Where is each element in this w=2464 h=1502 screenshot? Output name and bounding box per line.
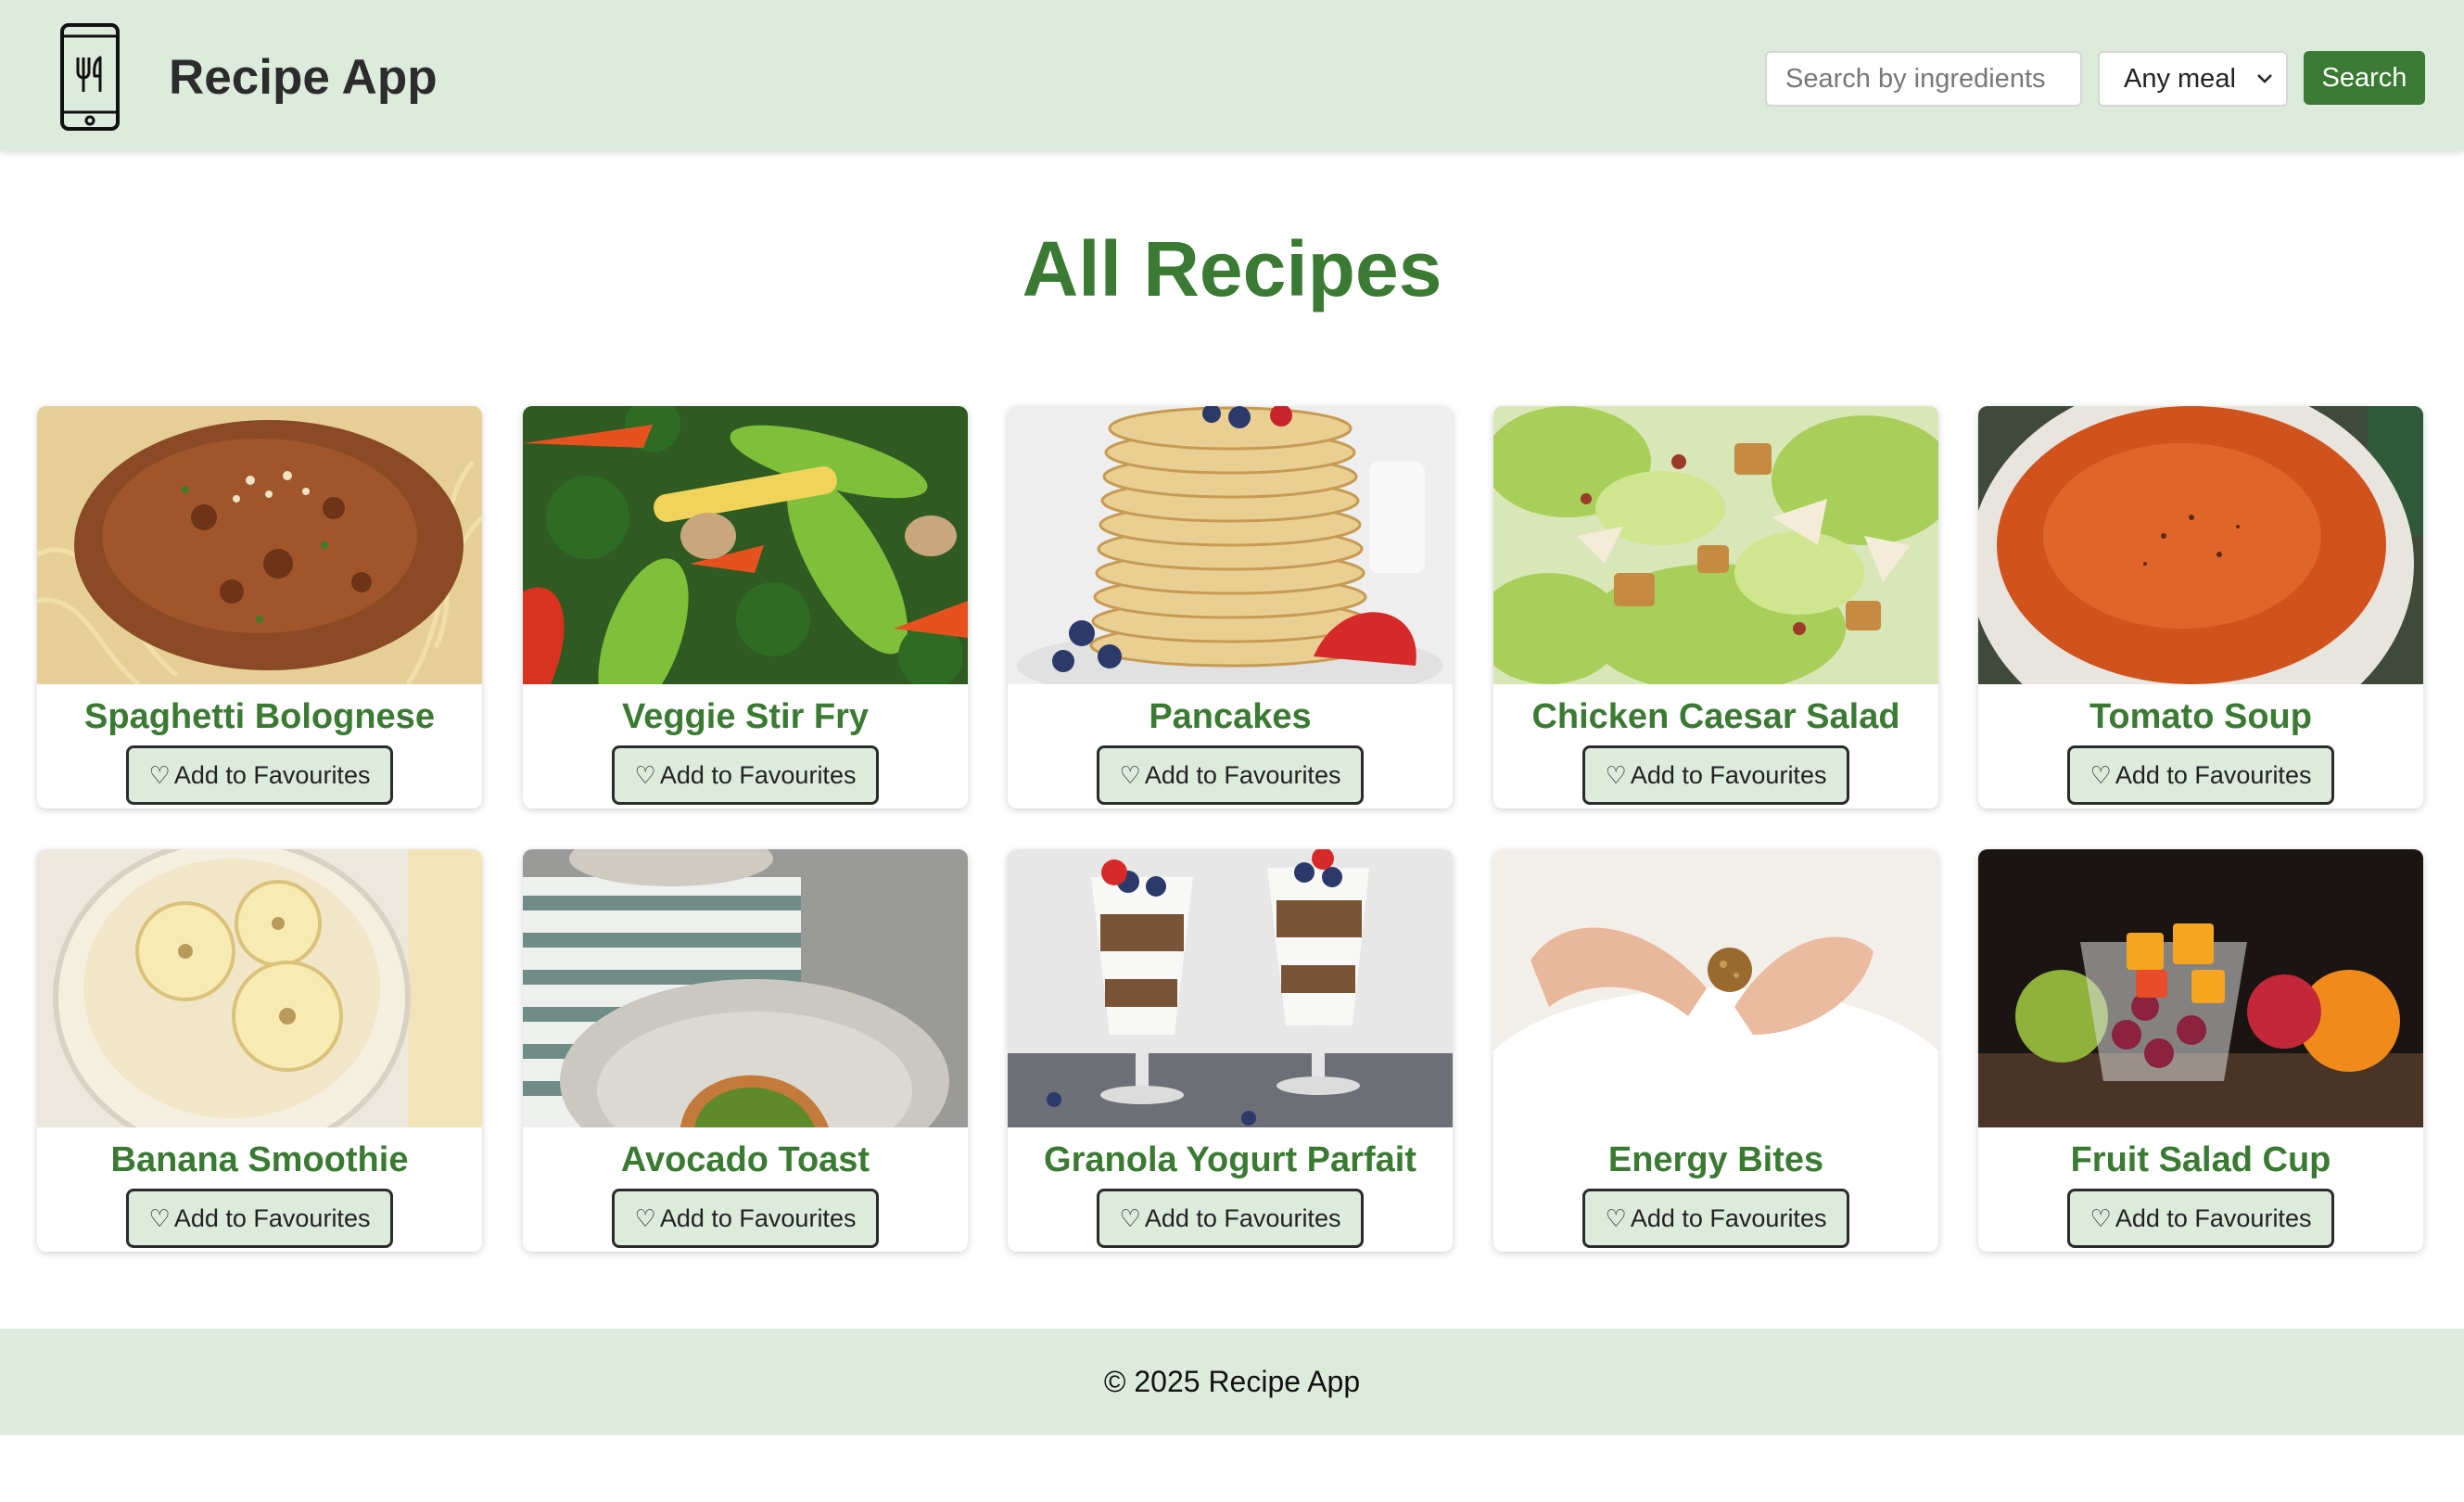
recipe-title: Tomato Soup — [2089, 697, 2312, 736]
fav-button-label: Add to Favourites — [2115, 761, 2312, 789]
veggie-stir-fry-image — [523, 406, 968, 684]
add-to-favourites-button[interactable]: ♡ Add to Favourites — [612, 1189, 879, 1248]
site-header: Recipe App Any meal Search — [0, 0, 2464, 151]
fruit-salad-cup-image — [1978, 849, 2423, 1127]
add-to-favourites-button[interactable]: ♡ Add to Favourites — [2067, 745, 2334, 805]
meal-type-select[interactable]: Any meal — [2098, 51, 2288, 107]
page-title: All Recipes — [1022, 225, 1442, 312]
fav-button-label: Add to Favourites — [659, 761, 857, 789]
fav-button-label: Add to Favourites — [659, 1204, 857, 1232]
heart-icon: ♡ — [634, 1205, 656, 1233]
recipe-card[interactable]: Fruit Salad Cup ♡ Add to Favourites — [1978, 849, 2423, 1252]
recipe-card[interactable]: Avocado Toast ♡ Add to Favourites — [523, 849, 968, 1252]
add-to-favourites-button[interactable]: ♡ Add to Favourites — [1097, 745, 1364, 805]
site-footer: © 2025 Recipe App — [0, 1329, 2464, 1435]
recipe-card[interactable]: Energy Bites ♡ Add to Favourites — [1493, 849, 1938, 1252]
heart-icon: ♡ — [148, 762, 171, 790]
recipe-card[interactable]: Pancakes ♡ Add to Favourites — [1008, 406, 1453, 808]
fav-button-label: Add to Favourites — [1144, 1204, 1341, 1232]
recipe-card[interactable]: Spaghetti Bolognese ♡ Add to Favourites — [37, 406, 482, 808]
add-to-favourites-button[interactable]: ♡ Add to Favourites — [1582, 745, 1849, 805]
recipe-title: Veggie Stir Fry — [621, 697, 870, 736]
heart-icon: ♡ — [2089, 762, 2112, 790]
recipe-title: Spaghetti Bolognese — [84, 697, 435, 736]
add-to-favourites-button[interactable]: ♡ Add to Favourites — [1097, 1189, 1364, 1248]
fav-button-label: Add to Favourites — [173, 1204, 371, 1232]
tomato-soup-image — [1978, 406, 2423, 684]
pancakes-image — [1008, 406, 1453, 684]
chevron-down-icon — [2257, 74, 2272, 83]
heart-icon: ♡ — [1119, 1205, 1141, 1233]
heart-icon: ♡ — [2089, 1205, 2112, 1233]
granola-yogurt-parfait-image — [1008, 849, 1453, 1127]
recipe-card[interactable]: Banana Smoothie ♡ Add to Favourites — [37, 849, 482, 1252]
add-to-favourites-button[interactable]: ♡ Add to Favourites — [2067, 1189, 2334, 1248]
heart-icon: ♡ — [148, 1205, 171, 1233]
recipe-title: Chicken Caesar Salad — [1531, 697, 1900, 736]
add-to-favourites-button[interactable]: ♡ Add to Favourites — [612, 745, 879, 805]
ingredient-search-input[interactable] — [1765, 51, 2082, 107]
energy-bites-image — [1493, 849, 1938, 1127]
recipe-card[interactable]: Veggie Stir Fry ♡ Add to Favourites — [523, 406, 968, 808]
add-to-favourites-button[interactable]: ♡ Add to Favourites — [126, 1189, 393, 1248]
heart-icon: ♡ — [1119, 762, 1141, 790]
chicken-caesar-salad-image — [1493, 406, 1938, 684]
recipe-title: Avocado Toast — [620, 1140, 870, 1179]
fav-button-label: Add to Favourites — [2115, 1204, 2312, 1232]
heart-icon: ♡ — [1605, 1205, 1627, 1233]
search-button[interactable]: Search — [2304, 51, 2425, 105]
copyright-text: © 2025 Recipe App — [1103, 1365, 1361, 1398]
recipe-card[interactable]: Chicken Caesar Salad ♡ Add to Favourites — [1493, 406, 1938, 808]
recipe-title: Fruit Salad Cup — [2070, 1140, 2331, 1179]
fav-button-label: Add to Favourites — [1630, 761, 1827, 789]
recipe-title: Pancakes — [1149, 697, 1312, 736]
phone-cutlery-logo-icon — [60, 23, 120, 131]
heart-icon: ♡ — [1605, 762, 1627, 790]
fav-button-label: Add to Favourites — [1630, 1204, 1827, 1232]
recipe-title: Banana Smoothie — [110, 1140, 409, 1179]
fav-button-label: Add to Favourites — [173, 761, 371, 789]
add-to-favourites-button[interactable]: ♡ Add to Favourites — [1582, 1189, 1849, 1248]
banana-smoothie-image — [37, 849, 482, 1127]
meal-select-value: Any meal — [2124, 64, 2236, 94]
spaghetti-bolognese-image — [37, 406, 482, 684]
recipe-card[interactable]: Granola Yogurt Parfait ♡ Add to Favourite… — [1008, 849, 1453, 1252]
avocado-toast-image — [523, 849, 968, 1127]
recipe-title: Granola Yogurt Parfait — [1044, 1140, 1416, 1179]
recipe-card[interactable]: Tomato Soup ♡ Add to Favourites — [1978, 406, 2423, 808]
heart-icon: ♡ — [634, 762, 656, 790]
recipe-title: Energy Bites — [1607, 1140, 1824, 1179]
add-to-favourites-button[interactable]: ♡ Add to Favourites — [126, 745, 393, 805]
fav-button-label: Add to Favourites — [1144, 761, 1341, 789]
app-title: Recipe App — [169, 50, 438, 105]
